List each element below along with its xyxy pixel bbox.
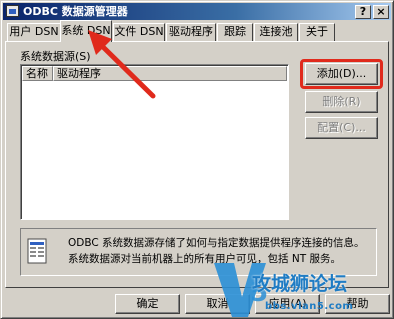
annotation-arrow [88, 30, 156, 99]
